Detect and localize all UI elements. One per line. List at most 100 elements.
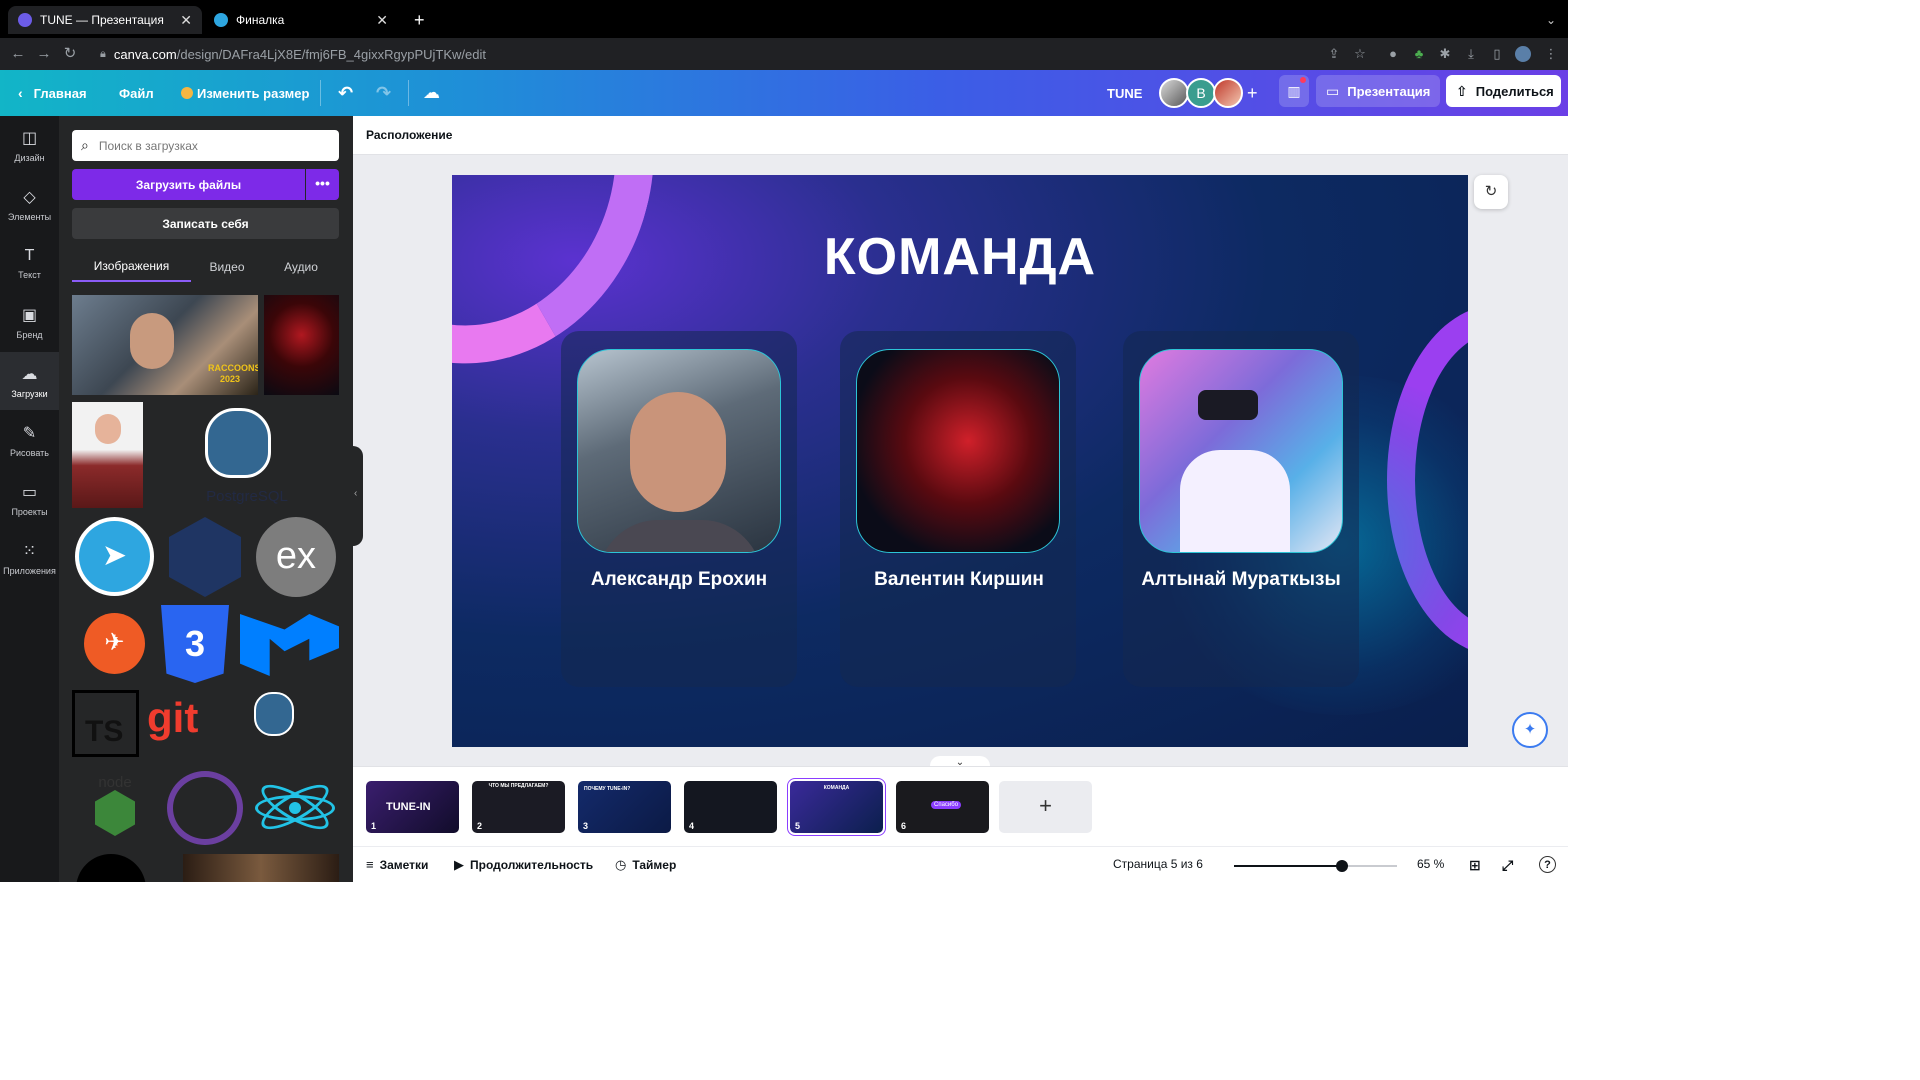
rail-item-brand[interactable]: ▣ Бренд <box>0 293 59 351</box>
upload-image-css3-logo[interactable]: 3 <box>161 605 229 683</box>
member-name[interactable]: Александр Ерохин <box>549 569 809 591</box>
add-comment-button[interactable]: ↻ <box>1474 175 1508 209</box>
browser-menu-icon[interactable]: ⋮ <box>1543 46 1559 62</box>
add-page-button[interactable]: + <box>999 781 1092 833</box>
upload-image-room[interactable] <box>183 854 339 882</box>
new-tab-button[interactable]: + <box>404 6 428 34</box>
page-thumbnail[interactable]: ПОЧЕМУ TUNE-IN? 3 <box>578 781 671 833</box>
notes-label: Заметки <box>379 857 429 872</box>
slide-title[interactable]: КОМАНДА <box>452 227 1468 287</box>
rail-item-elements[interactable]: ◇ Элементы <box>0 175 59 233</box>
zoom-slider[interactable] <box>1234 860 1397 872</box>
upload-image-git-logo[interactable]: git <box>147 688 215 754</box>
upload-image-postgresql-logo[interactable]: PostgreSQL <box>192 402 302 508</box>
grid-view-icon[interactable]: ⊞ <box>1469 857 1481 874</box>
tab-video[interactable]: Видео <box>199 252 255 282</box>
magic-assistant-button[interactable]: ✦ <box>1512 712 1548 748</box>
upload-more-button[interactable]: ••• <box>306 169 339 200</box>
upload-image-nodejs-logo[interactable]: node <box>81 774 149 846</box>
home-button[interactable]: ‹ Главная <box>18 70 87 116</box>
zoom-level[interactable]: 65 % <box>1417 857 1444 871</box>
search-placeholder: Поиск в загрузках <box>98 138 198 153</box>
rail-item-text[interactable]: T Текст <box>0 234 59 292</box>
timer-button[interactable]: ◷ Таймер <box>615 857 676 873</box>
back-arrow-icon[interactable]: ← <box>8 44 28 64</box>
page-indicator[interactable]: Страница 5 из 6 <box>1113 857 1203 871</box>
upload-image-react-logo[interactable] <box>255 771 335 843</box>
help-icon[interactable]: ? <box>1539 856 1556 873</box>
upload-image-express-logo[interactable]: ex <box>256 517 336 597</box>
collaborator-avatar[interactable] <box>1159 78 1189 108</box>
browser-tab-presentation[interactable]: TUNE — Презентация ✕ <box>8 6 202 34</box>
rail-item-design[interactable]: ◫ Дизайн <box>0 116 59 174</box>
position-button[interactable]: Расположение <box>366 128 452 142</box>
upload-image-person-shirt[interactable] <box>72 402 143 508</box>
present-button[interactable]: ▭ Презентация <box>1316 75 1440 107</box>
zoom-slider-knob[interactable] <box>1336 860 1348 872</box>
upload-image-hexagon-logo[interactable] <box>169 517 241 597</box>
profile-avatar-icon[interactable] <box>1515 46 1531 62</box>
rail-item-uploads[interactable]: ☁ Загрузки <box>0 352 59 410</box>
upload-image-postgresql-logo-small[interactable] <box>244 690 329 758</box>
rail-item-projects[interactable]: ▭ Проекты <box>0 470 59 528</box>
postgresql-wordmark: PostgreSQL <box>206 488 288 505</box>
fullscreen-icon[interactable]: ⤢ <box>1502 857 1513 874</box>
record-yourself-button[interactable]: Записать себя <box>72 208 339 239</box>
upload-image-telegram-logo[interactable]: ➤ <box>75 517 154 596</box>
share-page-icon[interactable]: ⇪ <box>1326 46 1342 62</box>
tree-extension-icon[interactable]: ♣ <box>1411 46 1427 62</box>
side-panel-icon[interactable]: ▯ <box>1489 46 1505 62</box>
member-name[interactable]: Валентин Киршин <box>829 569 1089 591</box>
duration-button[interactable]: ▶ Продолжительность <box>454 857 593 873</box>
extension-icon[interactable]: ● <box>1385 46 1401 62</box>
page-thumbnail-current[interactable]: КОМАНДА 5 <box>788 779 885 835</box>
collapse-panel-handle[interactable]: ‹ <box>353 446 363 546</box>
upload-image-postman-logo[interactable]: ✈ <box>84 613 145 674</box>
add-collaborator-icon[interactable]: + <box>1247 70 1258 116</box>
close-tab-icon[interactable]: ✕ <box>376 12 388 29</box>
rail-item-apps[interactable]: ⁙ Приложения <box>0 529 59 587</box>
file-menu-button[interactable]: Файл <box>119 70 154 116</box>
member-photo[interactable] <box>856 349 1060 553</box>
upload-image-typescript-logo[interactable]: TS <box>72 690 139 757</box>
page-thumbnail[interactable]: TUNE-IN 1 <box>366 781 459 833</box>
upload-image-black-circle[interactable] <box>76 854 146 882</box>
tab-list-chevron-icon[interactable]: ⌄ <box>1536 6 1560 34</box>
upload-image-raccoons[interactable]: RACCOONS 2023 <box>72 295 258 395</box>
upload-image-red-portrait[interactable] <box>264 295 339 395</box>
rail-item-draw[interactable]: ✎ Рисовать <box>0 411 59 469</box>
share-button[interactable]: ⇧ Поделиться <box>1446 75 1561 107</box>
upload-image-mui-logo[interactable] <box>240 606 339 684</box>
page-thumbnail[interactable]: 4 <box>684 781 777 833</box>
notes-icon: ≡ <box>366 857 374 872</box>
member-photo[interactable] <box>577 349 781 553</box>
cloud-save-icon[interactable]: ☁ <box>423 70 440 116</box>
notes-button[interactable]: ≡ Заметки <box>366 857 428 872</box>
member-photo[interactable] <box>1139 349 1343 553</box>
page-thumbnail[interactable]: Спасибо 6 <box>896 781 989 833</box>
reload-icon[interactable]: ↻ <box>60 44 80 64</box>
url-field[interactable]: 🔒︎ canva.com /design/DAFra4LjX8E/fmj6FB_… <box>88 42 1378 66</box>
collaborator-avatar[interactable] <box>1213 78 1243 108</box>
forward-arrow-icon[interactable]: → <box>34 44 54 64</box>
member-name[interactable]: Алтынай Мураткызы <box>1111 569 1371 591</box>
browser-tab-bar: TUNE — Презентация ✕ Финалка ✕ + ⌄ <box>0 0 1568 38</box>
uploads-search-input[interactable]: ⌕ Поиск в загрузках <box>72 130 339 161</box>
design-title[interactable]: TUNE <box>1107 70 1142 116</box>
collaborator-avatar[interactable]: B <box>1186 78 1216 108</box>
puzzle-extensions-icon[interactable]: ✱ <box>1437 46 1453 62</box>
bookmark-star-icon[interactable]: ☆ <box>1352 46 1368 62</box>
insights-button[interactable]: ▥ <box>1279 75 1309 107</box>
browser-tab-finalka[interactable]: Финалка ✕ <box>204 6 398 34</box>
page-thumbnail[interactable]: ЧТО МЫ ПРЕДЛАГАЕМ? 2 <box>472 781 565 833</box>
upload-image-redux-logo[interactable] <box>167 771 243 845</box>
tab-images[interactable]: Изображения <box>72 252 191 282</box>
tab-audio[interactable]: Аудио <box>271 252 331 282</box>
resize-button[interactable]: Изменить размер <box>181 70 309 116</box>
download-icon[interactable]: ⤓ <box>1463 46 1479 62</box>
upload-files-button[interactable]: Загрузить файлы <box>72 169 305 200</box>
close-tab-icon[interactable]: ✕ <box>180 12 192 29</box>
undo-icon[interactable]: ↶ <box>338 70 353 116</box>
redo-icon[interactable]: ↷ <box>376 70 391 116</box>
slide-canvas[interactable]: КОМАНДА Александр Ерохин Валентин Киршин… <box>452 175 1468 747</box>
